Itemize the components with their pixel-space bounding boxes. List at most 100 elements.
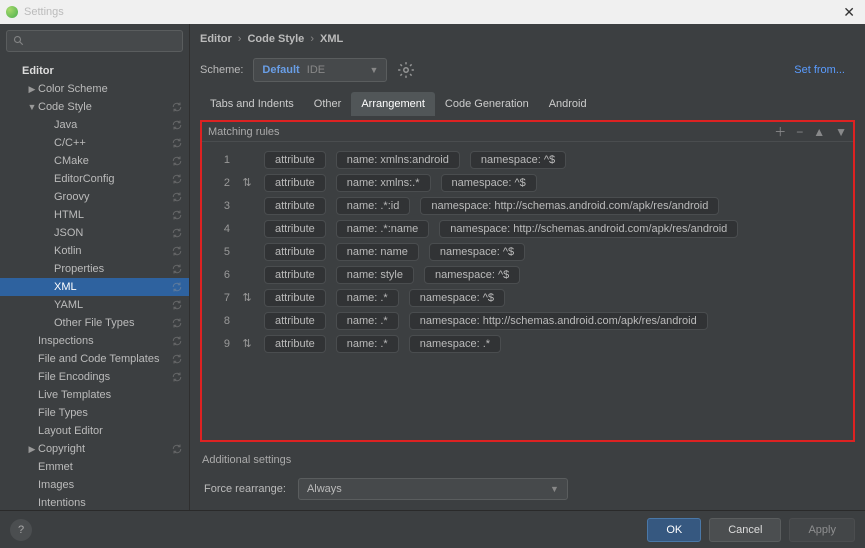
sync-icon	[171, 371, 183, 383]
rule-index: 8	[216, 315, 230, 327]
move-up-icon[interactable]: ▲	[813, 125, 825, 139]
tree-item-cmake[interactable]: CMake	[0, 152, 189, 170]
pill-name: name: .*	[336, 289, 399, 307]
tree-item-kotlin[interactable]: Kotlin	[0, 242, 189, 260]
pill-name: name: style	[336, 266, 414, 284]
chevron-down-icon: ▼	[550, 484, 559, 494]
tree-item-live-templates[interactable]: Live Templates	[0, 386, 189, 404]
pill-attribute: attribute	[264, 220, 326, 238]
search-input[interactable]	[6, 30, 183, 52]
set-from-link[interactable]: Set from...	[794, 64, 855, 76]
pill-attribute: attribute	[264, 335, 326, 353]
tree-item-groovy[interactable]: Groovy	[0, 188, 189, 206]
search-field[interactable]	[29, 35, 176, 47]
apply-button[interactable]: Apply	[789, 518, 855, 542]
rule-row[interactable]: 1attributename: xmlns:androidnamespace: …	[216, 148, 847, 171]
sort-icon: ⇅	[240, 291, 254, 304]
pill-attribute: attribute	[264, 312, 326, 330]
sync-icon	[171, 155, 183, 167]
cancel-button[interactable]: Cancel	[709, 518, 781, 542]
tree-item-label: Editor	[22, 65, 183, 77]
tree-item-java[interactable]: Java	[0, 116, 189, 134]
sync-icon	[171, 191, 183, 203]
tab-other[interactable]: Other	[304, 92, 352, 116]
rule-index: 2	[216, 177, 230, 189]
rule-row[interactable]: 7⇅attributename: .*namespace: ^$	[216, 286, 847, 309]
rule-row[interactable]: 8attributename: .*namespace: http://sche…	[216, 309, 847, 332]
tree-item-label: YAML	[54, 299, 167, 311]
pill-attribute: attribute	[264, 197, 326, 215]
rule-index: 1	[216, 154, 230, 166]
tree-item-color-scheme[interactable]: ▶Color Scheme	[0, 80, 189, 98]
crumb-1: Code Style	[247, 33, 304, 45]
remove-rule-icon[interactable]: −	[796, 125, 803, 139]
rule-row[interactable]: 3attributename: .*:idnamespace: http://s…	[216, 194, 847, 217]
app-icon	[6, 6, 18, 18]
tab-arrangement[interactable]: Arrangement	[351, 92, 435, 116]
pill-name: name: .*	[336, 312, 399, 330]
sync-icon	[171, 263, 183, 275]
tab-tabs-and-indents[interactable]: Tabs and Indents	[200, 92, 304, 116]
tree-item-images[interactable]: Images	[0, 476, 189, 494]
rule-row[interactable]: 2⇅attributename: xmlns:.*namespace: ^$	[216, 171, 847, 194]
gear-icon[interactable]	[397, 61, 415, 79]
tree-item-xml[interactable]: XML	[0, 278, 189, 296]
rule-row[interactable]: 4attributename: .*:namenamespace: http:/…	[216, 217, 847, 240]
tree-item-intentions[interactable]: Intentions	[0, 494, 189, 510]
rule-row[interactable]: 5attributename: namenamespace: ^$	[216, 240, 847, 263]
scheme-select[interactable]: Default IDE ▼	[253, 58, 387, 82]
tree-item-file-types[interactable]: File Types	[0, 404, 189, 422]
tree-item-label: XML	[54, 281, 167, 293]
tree-item-file-encodings[interactable]: File Encodings	[0, 368, 189, 386]
sync-icon	[171, 317, 183, 329]
close-icon[interactable]: ✕	[839, 4, 859, 21]
move-down-icon[interactable]: ▼	[835, 125, 847, 139]
tree-item-other-file-types[interactable]: Other File Types	[0, 314, 189, 332]
tree-item-editor[interactable]: Editor	[0, 62, 189, 80]
settings-tree: Editor ▶Color Scheme▼Code StyleJavaC/C++ C…	[0, 58, 189, 510]
ok-button[interactable]: OK	[647, 518, 701, 542]
force-rearrange-select[interactable]: Always ▼	[298, 478, 568, 500]
rule-row[interactable]: 9⇅attributename: .*namespace: .*	[216, 332, 847, 355]
sync-icon	[171, 119, 183, 131]
tree-item-code-style[interactable]: ▼Code Style	[0, 98, 189, 116]
panel-header: Matching rules ＋ − ▲ ▼	[202, 122, 853, 142]
tree-item-label: CMake	[54, 155, 167, 167]
sync-icon	[171, 227, 183, 239]
force-rearrange-value: Always	[307, 483, 342, 495]
tree-item-json[interactable]: JSON	[0, 224, 189, 242]
scheme-label: Scheme:	[200, 64, 243, 76]
tab-android[interactable]: Android	[539, 92, 597, 116]
tabs: Tabs and IndentsOtherArrangementCode Gen…	[190, 92, 865, 116]
tab-code-generation[interactable]: Code Generation	[435, 92, 539, 116]
pill-name: name: xmlns:android	[336, 151, 460, 169]
tree-item-emmet[interactable]: Emmet	[0, 458, 189, 476]
pill-name: name: .*:name	[336, 220, 430, 238]
pill-attribute: attribute	[264, 289, 326, 307]
tree-item-label: Groovy	[54, 191, 167, 203]
tree-item-label: File Types	[38, 407, 183, 419]
tree-item-inspections[interactable]: Inspections	[0, 332, 189, 350]
tree-item-yaml[interactable]: YAML	[0, 296, 189, 314]
tree-item-copyright[interactable]: ▶Copyright	[0, 440, 189, 458]
rule-index: 3	[216, 200, 230, 212]
tree-item-editorconfig[interactable]: EditorConfig	[0, 170, 189, 188]
add-rule-icon[interactable]: ＋	[774, 123, 786, 140]
sync-icon	[171, 299, 183, 311]
rule-row[interactable]: 6attributename: stylenamespace: ^$	[216, 263, 847, 286]
tree-item-c-c-[interactable]: C/C++	[0, 134, 189, 152]
tree-item-layout-editor[interactable]: Layout Editor	[0, 422, 189, 440]
additional-settings-label: Additional settings	[190, 448, 865, 472]
window-title: Settings	[6, 6, 64, 18]
tree-item-properties[interactable]: Properties	[0, 260, 189, 278]
tree-item-file-and-code-templates[interactable]: File and Code Templates	[0, 350, 189, 368]
pill-name: name: .*	[336, 335, 399, 353]
scheme-suffix: IDE	[307, 64, 325, 76]
search-icon	[13, 35, 25, 47]
tree-item-html[interactable]: HTML	[0, 206, 189, 224]
pill-namespace: namespace: ^$	[470, 151, 566, 169]
main-panel: Editor › Code Style › XML Scheme: Defaul…	[190, 24, 865, 510]
rule-index: 9	[216, 338, 230, 350]
help-icon[interactable]: ?	[10, 519, 32, 541]
tree-item-label: Kotlin	[54, 245, 167, 257]
